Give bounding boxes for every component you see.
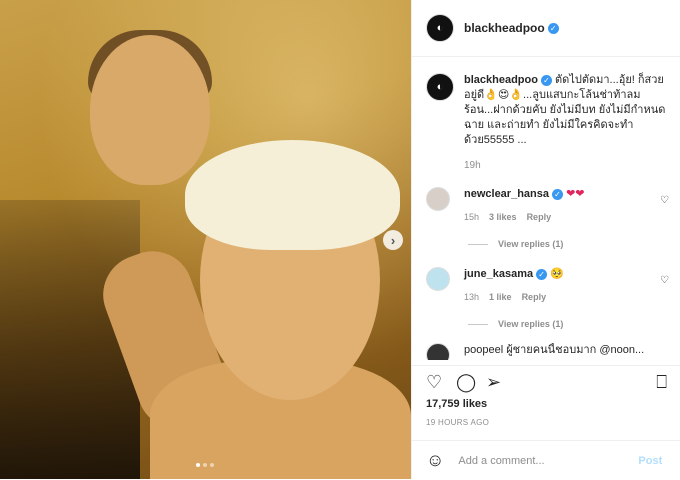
post-photo[interactable]: › xyxy=(0,0,411,479)
likes-count[interactable]: 17,759 likes xyxy=(426,398,487,410)
avatar[interactable] xyxy=(426,343,450,360)
verified-icon: ✓ xyxy=(547,23,559,35)
avatar[interactable]: ◐ xyxy=(426,14,454,42)
comment-text: ❤❤ xyxy=(566,188,585,200)
comment-time: 13h xyxy=(464,292,480,302)
avatar[interactable] xyxy=(426,187,450,211)
avatar[interactable]: ◐ xyxy=(426,73,454,101)
share-icon[interactable]: ➢ xyxy=(486,372,501,393)
comment-item: newclear_hansa ✓ ❤❤ 15h 3 likes Reply ♡ xyxy=(412,187,680,225)
post-modal: › ◐ blackheadpoo ✓ ◐ blackheadpoo ✓ ตัดไปต… xyxy=(0,0,680,479)
caption: ◐ blackheadpoo ✓ ตัดไปตัดมา...อุ้ย! ก็สวย… xyxy=(412,57,680,173)
comment-author[interactable]: newclear_hansa xyxy=(464,188,549,200)
carousel-dot xyxy=(210,463,214,467)
caption-author[interactable]: blackheadpoo xyxy=(464,74,538,86)
comment-author[interactable]: june_kasama xyxy=(464,268,533,280)
verified-icon: ✓ xyxy=(540,74,552,86)
verified-icon: ✓ xyxy=(536,268,548,280)
view-replies-button[interactable]: View replies (1) xyxy=(468,239,680,249)
account-name[interactable]: blackheadpoo ✓ xyxy=(464,21,559,35)
add-comment-bar: ☺ Post xyxy=(412,440,680,480)
reply-button[interactable]: Reply xyxy=(522,292,547,302)
comment-item: june_kasama ✓ 🥺 13h 1 like Reply ♡ xyxy=(412,267,680,305)
avatar[interactable] xyxy=(426,267,450,291)
heart-icon[interactable]: ♡ xyxy=(660,275,669,286)
post-time: 19 HOURS AGO xyxy=(426,418,490,427)
comment-likes[interactable]: 3 likes xyxy=(489,212,517,222)
caption-time: 19h xyxy=(464,160,481,171)
comment-text: 🥺 xyxy=(550,268,564,280)
carousel-dot xyxy=(203,463,207,467)
post-header: ◐ blackheadpoo ✓ xyxy=(412,0,680,57)
post-button[interactable]: Post xyxy=(638,455,662,467)
carousel-dots xyxy=(196,463,214,467)
next-photo-button[interactable]: › xyxy=(383,230,403,250)
bookmark-icon[interactable]: ⎕ xyxy=(656,372,667,393)
emoji-icon[interactable]: ☺ xyxy=(426,450,444,471)
view-replies-button[interactable]: View replies (1) xyxy=(468,319,680,329)
comments-list[interactable]: ◐ blackheadpoo ✓ ตัดไปตัดมา...อุ้ย! ก็สวย… xyxy=(412,57,680,360)
verified-icon: ✓ xyxy=(552,188,563,200)
comment-text: poopeel ผู้ชายคนนี้ชอบมาก @noon... xyxy=(464,344,645,356)
heart-icon[interactable]: ♡ xyxy=(660,195,669,206)
reply-button[interactable]: Reply xyxy=(527,212,552,222)
action-bar: ♡ ◯ ➢ ⎕ xyxy=(412,365,680,398)
post-side-panel: ◐ blackheadpoo ✓ ◐ blackheadpoo ✓ ตัดไปตัด… xyxy=(411,0,680,479)
comment-input[interactable] xyxy=(456,453,631,468)
comment-icon[interactable]: ◯ xyxy=(456,372,476,393)
comment-likes[interactable]: 1 like xyxy=(489,292,512,302)
heart-icon[interactable]: ♡ xyxy=(426,372,442,393)
carousel-dot xyxy=(196,463,200,467)
comment-item: poopeel ผู้ชายคนนี้ชอบมาก @noon... xyxy=(412,343,680,360)
comment-time: 15h xyxy=(464,212,480,222)
